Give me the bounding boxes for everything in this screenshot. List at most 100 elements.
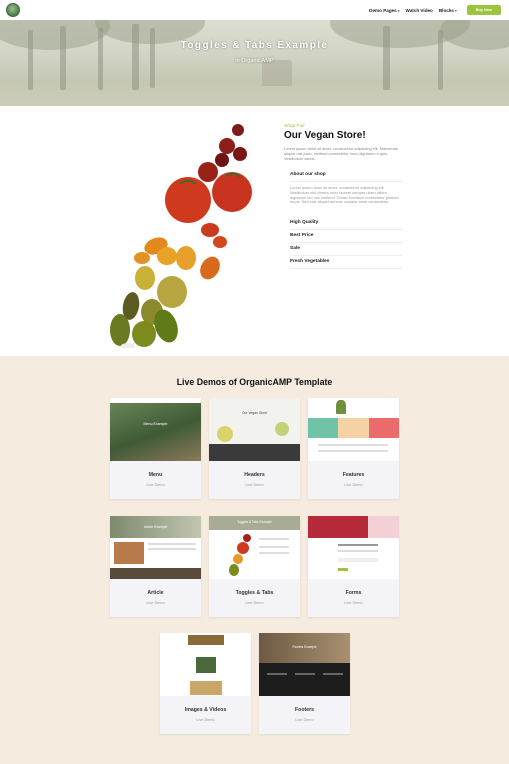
- thumb-text-line: [295, 673, 315, 675]
- demo-card-title: Images & Videos: [184, 707, 227, 713]
- demo-card-footers[interactable]: Footers Example Footers Live Demo: [259, 633, 350, 734]
- accordion-item-sale[interactable]: Sale: [290, 246, 402, 256]
- demo-card-title: Footers: [294, 707, 315, 713]
- accordion-item-best-price[interactable]: Best Price: [290, 233, 402, 243]
- thumb-video: [196, 657, 216, 673]
- live-demo-link[interactable]: Live Demo: [110, 483, 201, 487]
- thumb-dark-band: [209, 444, 300, 461]
- buy-now-button[interactable]: Buy Now: [466, 5, 501, 15]
- thumb-title: Our Vegan Store: [241, 411, 268, 415]
- thumb-plant: [336, 400, 346, 414]
- thumb-feature-block: [338, 418, 369, 438]
- accordion-item-high-quality[interactable]: High Quality: [290, 220, 402, 230]
- demo-card-forms[interactable]: Forms Live Demo: [308, 516, 399, 617]
- live-demo-link[interactable]: Live Demo: [308, 601, 399, 605]
- caret-down-icon: ▾: [397, 8, 400, 13]
- demo-card-headers[interactable]: Our Vegan Store Headers Live Demo: [209, 398, 300, 499]
- live-demo-link[interactable]: Live Demo: [209, 601, 300, 605]
- live-demo-link[interactable]: Live Demo: [110, 601, 201, 605]
- thumb-button: [338, 568, 348, 571]
- demo-thumbnail: [160, 633, 251, 696]
- hero-title: Toggles & Tabs Example: [180, 40, 329, 51]
- demo-thumbnail: Footers Example: [259, 633, 350, 696]
- thumb-tomato: [237, 542, 249, 554]
- demo-thumbnail: Toggles & Tabs Example: [209, 516, 300, 579]
- demo-thumbnail: Our Vegan Store: [209, 398, 300, 461]
- thumb-photo: [188, 635, 224, 645]
- thumb-title: Toggles & Tabs Example: [237, 520, 272, 524]
- thumb-navbar: [110, 398, 201, 403]
- live-demo-link[interactable]: Live Demo: [160, 718, 251, 722]
- thumb-text-line: [259, 552, 289, 554]
- demo-card-title: Menu: [148, 472, 163, 478]
- vegan-store-section: Shop Fair Our Vegan Store! Lorem ipsum d…: [0, 106, 509, 356]
- demo-card-features[interactable]: Features Live Demo: [308, 398, 399, 499]
- demo-card-toggles-tabs[interactable]: Toggles & Tabs Example Toggles & Tabs Li…: [209, 516, 300, 617]
- demos-title: Live Demos of OrganicAMP Template: [176, 377, 333, 387]
- thumb-raspberries: [308, 516, 368, 538]
- demo-thumbnail: Article Example: [110, 516, 201, 579]
- thumb-text-line: [318, 444, 388, 446]
- thumb-text-line: [338, 544, 378, 546]
- menu-item-watch-video[interactable]: Watch Video: [406, 8, 433, 13]
- menu-item-blocks[interactable]: Blocks▾: [439, 8, 457, 13]
- menu-item-demo-pages[interactable]: Demo Pages▾: [369, 8, 399, 13]
- caret-down-icon: ▾: [454, 8, 457, 13]
- thumb-title: Menu Example: [143, 422, 168, 426]
- hero-banner: Toggles & Tabs Example in Organic AMP: [0, 20, 509, 106]
- menu-item-label: Demo Pages: [369, 7, 397, 13]
- thumb-raspberries: [368, 516, 399, 538]
- demo-card-title: Forms: [345, 590, 362, 596]
- thumb-text-line: [267, 673, 287, 675]
- demo-card-menu[interactable]: Menu Example Menu Live Demo: [110, 398, 201, 499]
- thumb-text-line: [323, 673, 343, 675]
- thumb-tomato: [229, 564, 239, 576]
- tomatoes-image: [110, 124, 252, 348]
- accordion-body-about: Lorem ipsum dolor sit amet, consectetur …: [290, 185, 399, 205]
- demo-card-title: Article: [147, 590, 164, 596]
- thumb-photo: [190, 681, 222, 695]
- demo-card-title: Features: [342, 472, 365, 478]
- demo-thumbnail: [308, 398, 399, 461]
- demo-thumbnail: [308, 516, 399, 579]
- thumb-text-line: [259, 546, 289, 548]
- accordion-item-about[interactable]: About our shop: [290, 172, 402, 182]
- hero-subtitle: in Organic AMP: [235, 58, 274, 64]
- live-demo-link[interactable]: Live Demo: [209, 483, 300, 487]
- accordion-label: Best Price: [290, 233, 314, 238]
- top-navbar: Demo Pages▾ Watch Video Blocks▾ Buy Now: [0, 0, 509, 20]
- demo-card-article[interactable]: Article Example Article Live Demo: [110, 516, 201, 617]
- thumb-input: [338, 558, 378, 562]
- live-demo-link[interactable]: Live Demo: [308, 483, 399, 487]
- menu-item-label: Blocks: [438, 7, 454, 13]
- thumb-feature-block: [369, 418, 399, 438]
- tree-logo-icon[interactable]: [6, 3, 20, 17]
- thumb-title: Article Example: [143, 525, 168, 529]
- store-description: Lorem ipsum dolor sit amet, consectetur …: [284, 146, 398, 161]
- thumb-feature-block: [308, 418, 338, 438]
- thumb-photo: [114, 542, 144, 564]
- thumb-fruit: [275, 422, 289, 436]
- thumb-title: Footers Example: [292, 645, 317, 649]
- store-title: Our Vegan Store!: [284, 130, 366, 141]
- demo-card-title: Headers: [244, 472, 265, 478]
- main-menu: Demo Pages▾ Watch Video Blocks▾ Buy Now: [369, 5, 501, 15]
- menu-item-label: Watch Video: [405, 7, 433, 13]
- thumb-text-line: [318, 450, 388, 452]
- thumb-tomato: [233, 554, 243, 564]
- accordion-item-fresh-vegetables[interactable]: Fresh Vegetables: [290, 259, 402, 269]
- thumb-text-line: [148, 543, 196, 545]
- thumb-text-line: [259, 538, 289, 540]
- accordion-label: Fresh Vegetables: [290, 259, 330, 264]
- live-demo-link[interactable]: Live Demo: [259, 718, 350, 722]
- thumb-text-line: [148, 548, 196, 550]
- thumb-text-line: [338, 550, 378, 552]
- accordion-label: Sale: [290, 246, 300, 251]
- demo-thumbnail: Menu Example: [110, 398, 201, 461]
- accordion-label: About our shop: [290, 172, 326, 177]
- store-kicker: Shop Fair: [284, 124, 305, 129]
- thumb-dark-band: [110, 568, 201, 579]
- demo-card-images-videos[interactable]: Images & Videos Live Demo: [160, 633, 251, 734]
- accordion-label: High Quality: [290, 220, 319, 225]
- demo-card-title: Toggles & Tabs: [235, 590, 274, 596]
